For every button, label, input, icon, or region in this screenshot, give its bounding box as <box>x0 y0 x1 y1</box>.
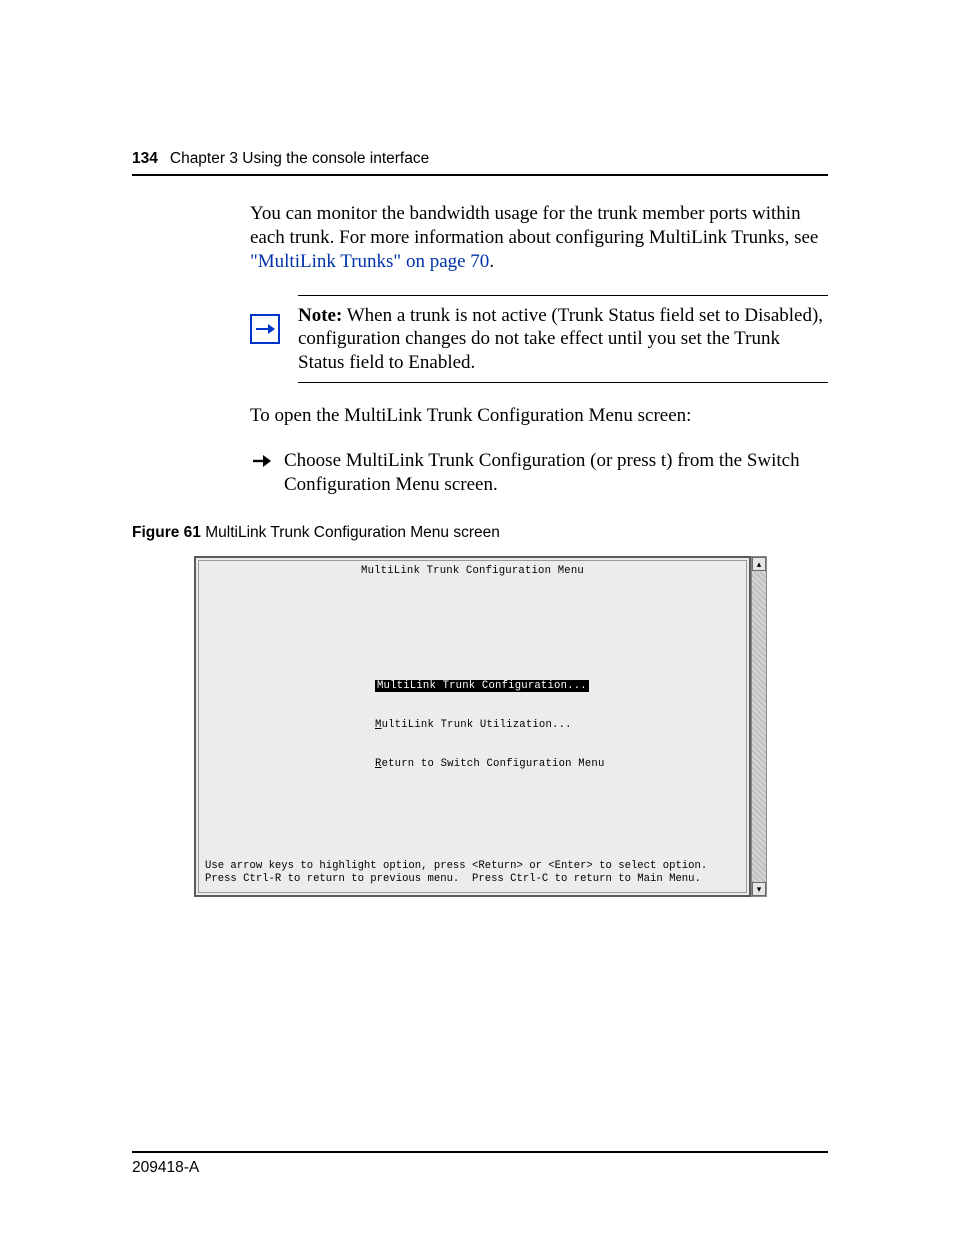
page-number: 134 <box>132 150 158 168</box>
menu-item-utilization: MultiLink Trunk Utilization... <box>375 719 740 732</box>
terminal-frame: MultiLink Trunk Configuration Menu Multi… <box>194 556 751 897</box>
scroll-up-button[interactable]: ▴ <box>752 557 766 571</box>
lead-in-paragraph: To open the MultiLink Trunk Configuratio… <box>250 405 828 427</box>
note-text: Note: When a trunk is not active (Trunk … <box>298 304 828 374</box>
terminal-menu: MultiLink Trunk Configuration... MultiLi… <box>369 648 746 803</box>
figure-label: Figure 61 <box>132 524 201 541</box>
chapter-title: Chapter 3 Using the console interface <box>170 150 429 168</box>
figure-caption: Figure 61 MultiLink Trunk Configuration … <box>132 524 828 542</box>
intro-text-2: . <box>489 251 494 272</box>
step-1: Choose MultiLink Trunk Configuration (or… <box>250 449 828 497</box>
intro-paragraph: You can monitor the bandwidth usage for … <box>250 202 828 273</box>
terminal-screenshot: MultiLink Trunk Configuration Menu Multi… <box>194 556 767 897</box>
menu-item-return: Return to Switch Configuration Menu <box>375 758 740 771</box>
arrow-right-icon <box>250 451 274 475</box>
terminal-inner: MultiLink Trunk Configuration Menu Multi… <box>198 560 747 893</box>
note-label: Note: <box>298 305 342 326</box>
page: 134 Chapter 3 Using the console interfac… <box>0 0 954 1235</box>
terminal-footer: Use arrow keys to highlight option, pres… <box>205 860 707 886</box>
footer-docid: 209418-A <box>132 1159 199 1177</box>
figure-title: MultiLink Trunk Configuration Menu scree… <box>201 524 500 541</box>
running-header: 134 Chapter 3 Using the console interfac… <box>132 150 828 176</box>
footer-rule <box>132 1151 828 1153</box>
note-body: When a trunk is not active (Trunk Status… <box>298 305 823 372</box>
note-block: Note: When a trunk is not active (Trunk … <box>250 295 828 383</box>
intro-text-1: You can monitor the bandwidth usage for … <box>250 203 818 248</box>
note-rule-bottom <box>298 382 828 383</box>
scroll-down-button[interactable]: ▾ <box>752 882 766 896</box>
scrollbar[interactable]: ▴ ▾ <box>751 556 767 897</box>
link-multilink-trunks[interactable]: "MultiLink Trunks" on page 70 <box>250 251 489 272</box>
step-1-text: Choose MultiLink Trunk Configuration (or… <box>284 449 828 497</box>
menu-item-selected: MultiLink Trunk Configuration... <box>375 680 740 693</box>
arrow-right-icon <box>250 314 280 344</box>
terminal-title: MultiLink Trunk Configuration Menu <box>199 561 746 584</box>
